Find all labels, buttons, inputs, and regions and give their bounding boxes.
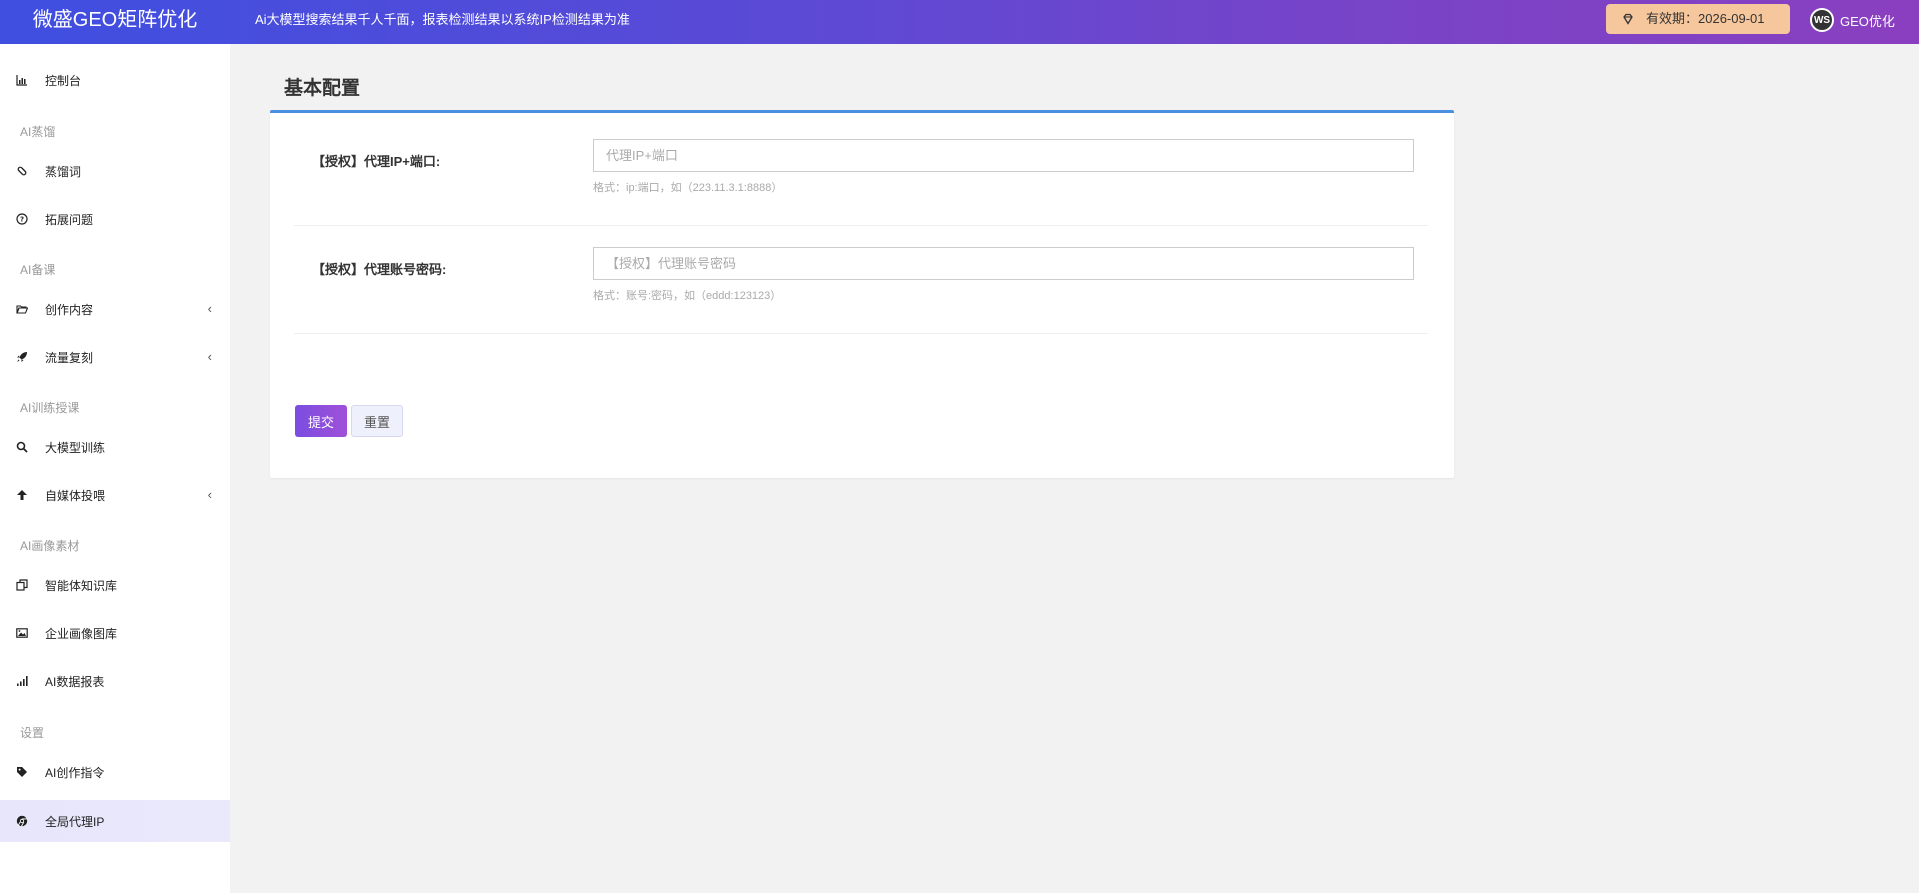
sidebar-item-extend-questions[interactable]: ? 拓展问题 <box>0 198 230 240</box>
section-ai-distill: AI蒸馏 <box>20 125 56 139</box>
expiry-badge: 有效期：2026-09-01 <box>1606 4 1790 34</box>
sidebar-item-label: 蒸馏词 <box>45 164 82 179</box>
proxy-ip-input[interactable] <box>593 139 1414 172</box>
form-row-proxy-account: 【授权】代理账号密码: 格式：账号:密码，如（eddd:123123） <box>294 226 1428 334</box>
sidebar-item-label: AI创作指令 <box>45 765 105 780</box>
sidebar-item-image-gallery[interactable]: 企业画像图库 <box>0 612 230 654</box>
top-header: 微盛GEO矩阵优化 Ai大模型搜索结果千人千面，报表检测结果以系统IP检测结果为… <box>0 0 1919 44</box>
brand-logo[interactable]: 微盛GEO矩阵优化 <box>0 0 230 44</box>
sidebar-item-label: AI数据报表 <box>45 674 105 689</box>
sidebar: 控制台 AI蒸馏 蒸馏词 ? 拓展问题 AI备课 创作内容 ‹ 流量复刻 ‹ A… <box>0 44 230 893</box>
rocket-icon <box>15 350 29 364</box>
submit-button[interactable]: 提交 <box>295 405 347 437</box>
diamond-icon <box>1623 13 1633 25</box>
sidebar-item-distill-words[interactable]: 蒸馏词 <box>0 150 230 192</box>
folder-open-icon <box>15 302 29 316</box>
sidebar-item-label: 智能体知识库 <box>45 578 118 593</box>
proxy-account-input[interactable] <box>593 247 1414 280</box>
sidebar-item-model-training[interactable]: 大模型训练 <box>0 426 230 468</box>
sidebar-item-label: 拓展问题 <box>45 212 94 227</box>
search-icon <box>15 440 29 454</box>
expiry-text: 有效期：2026-09-01 <box>1646 11 1765 26</box>
proxy-account-help: 格式：账号:密码，如（eddd:123123） <box>593 290 782 302</box>
sidebar-item-label: 创作内容 <box>45 302 94 317</box>
sidebar-item-label: 控制台 <box>45 73 82 88</box>
sidebar-item-knowledge-base[interactable]: 智能体知识库 <box>0 564 230 606</box>
sidebar-item-label: 企业画像图库 <box>45 626 118 641</box>
sidebar-item-traffic-replicate[interactable]: 流量复刻 ‹ <box>0 336 230 378</box>
signal-icon <box>15 674 29 688</box>
chevron-left-icon[interactable]: ‹ <box>208 349 212 364</box>
sidebar-item-label: 流量复刻 <box>45 350 94 365</box>
section-ai-training: AI训练授课 <box>20 401 80 415</box>
pill-icon <box>15 164 29 178</box>
image-icon <box>15 626 29 640</box>
proxy-account-label: 【授权】代理账号密码: <box>312 262 447 277</box>
section-ai-profile: AI画像素材 <box>20 539 80 553</box>
sidebar-item-create-content[interactable]: 创作内容 ‹ <box>0 288 230 330</box>
tag-icon <box>15 765 29 779</box>
sidebar-item-label: 大模型训练 <box>45 440 106 455</box>
arrow-up-icon <box>15 488 29 502</box>
username[interactable]: GEO优化 <box>1840 11 1895 30</box>
chevron-left-icon[interactable]: ‹ <box>208 301 212 316</box>
chrome-icon <box>15 814 29 828</box>
sidebar-item-label: 全局代理IP <box>45 814 105 829</box>
proxy-ip-help: 格式：ip:端口，如（223.11.3.1:8888） <box>593 182 783 194</box>
avatar[interactable]: WS <box>1810 8 1834 32</box>
section-settings: 设置 <box>20 726 45 740</box>
sidebar-item-media-feed[interactable]: 自媒体投喂 ‹ <box>0 474 230 516</box>
sidebar-item-dashboard[interactable]: 控制台 <box>0 59 230 101</box>
bar-chart-icon <box>15 73 29 87</box>
section-ai-prep: AI备课 <box>20 263 56 277</box>
copy-icon <box>15 578 29 592</box>
proxy-ip-label: 【授权】代理IP+端口: <box>312 154 441 169</box>
chevron-left-icon[interactable]: ‹ <box>208 487 212 502</box>
sidebar-item-label: 自媒体投喂 <box>45 488 106 503</box>
sidebar-item-global-proxy[interactable]: 全局代理IP <box>0 800 230 842</box>
reset-button[interactable]: 重置 <box>351 405 403 437</box>
question-circle-icon: ? <box>15 212 29 226</box>
sidebar-item-data-report[interactable]: AI数据报表 <box>0 660 230 702</box>
page-title: 基本配置 <box>284 78 361 99</box>
svg-text:?: ? <box>20 216 24 224</box>
header-notice: Ai大模型搜索结果千人千面，报表检测结果以系统IP检测结果为准 <box>255 12 630 27</box>
user-menu[interactable]: WS GEO优化 <box>1810 6 1895 34</box>
sidebar-item-ai-instructions[interactable]: AI创作指令 <box>0 751 230 793</box>
form-row-proxy-ip: 【授权】代理IP+端口: 格式：ip:端口，如（223.11.3.1:8888） <box>294 113 1428 226</box>
config-card: 【授权】代理IP+端口: 格式：ip:端口，如（223.11.3.1:8888）… <box>270 110 1454 478</box>
